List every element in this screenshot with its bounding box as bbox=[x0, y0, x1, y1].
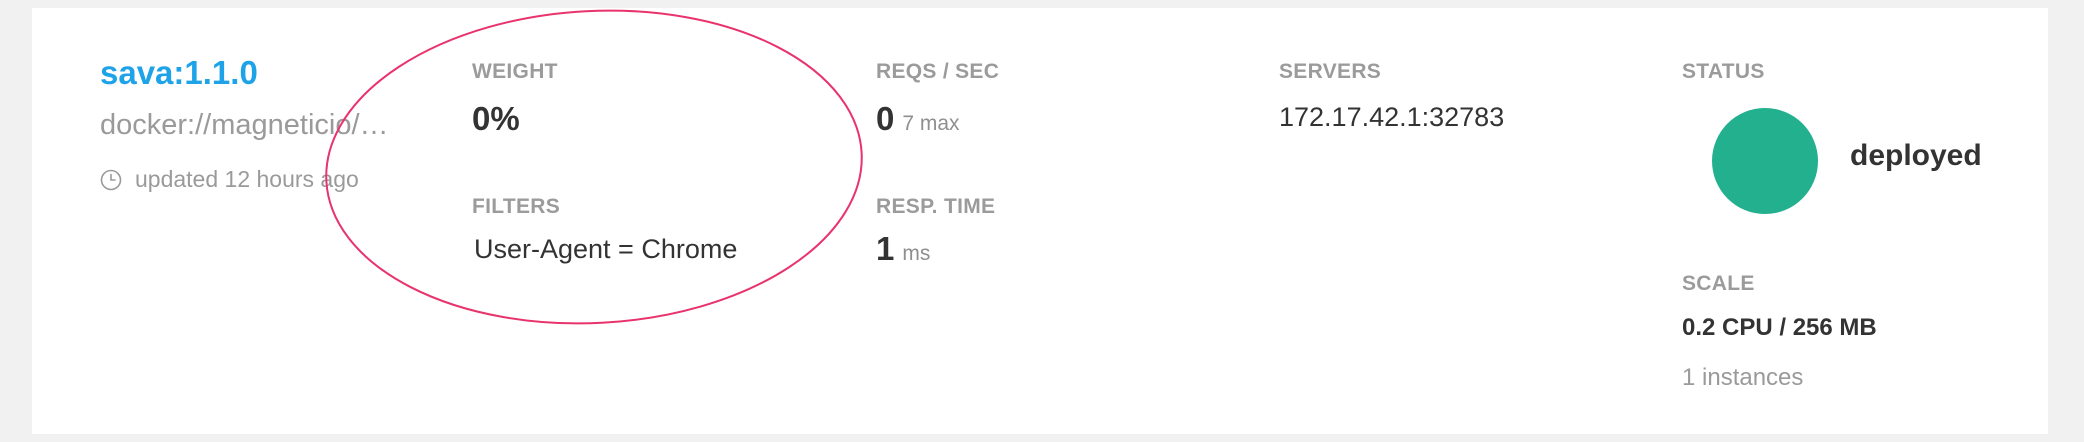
server-address: 172.17.42.1:32783 bbox=[1279, 102, 1505, 132]
updated-timestamp: updated 12 hours ago bbox=[100, 166, 359, 193]
service-image: docker://magneticio/… bbox=[100, 109, 389, 141]
instances-count: 1 instances bbox=[1682, 364, 1804, 391]
weight-value: 0% bbox=[472, 100, 520, 137]
scale-value: 0.2 CPU / 256 MB bbox=[1682, 314, 1877, 341]
scale-label: SCALE bbox=[1682, 272, 1755, 295]
updated-text: updated 12 hours ago bbox=[135, 166, 359, 192]
reqs-value: 0 bbox=[876, 100, 895, 137]
resp-time-unit: ms bbox=[902, 242, 931, 265]
filters-value: User-Agent = Chrome bbox=[474, 234, 738, 264]
resp-time-metric: 1 ms bbox=[876, 230, 930, 268]
filters-label: FILTERS bbox=[472, 195, 561, 218]
servers-label: SERVERS bbox=[1279, 60, 1382, 83]
status-label: STATUS bbox=[1682, 60, 1765, 83]
resp-time-value: 1 bbox=[876, 230, 895, 267]
clock-icon bbox=[100, 169, 122, 190]
resp-time-label: RESP. TIME bbox=[876, 195, 996, 218]
weight-label: WEIGHT bbox=[472, 60, 558, 83]
service-name-link[interactable]: sava:1.1.0 bbox=[100, 54, 258, 92]
service-card: sava:1.1.0 docker://magneticio/… updated… bbox=[32, 8, 2048, 434]
reqs-label: REQS / SEC bbox=[876, 60, 1000, 83]
status-indicator bbox=[1712, 108, 1818, 214]
reqs-metric: 0 7 max bbox=[876, 100, 960, 138]
status-value: deployed bbox=[1850, 139, 1982, 172]
reqs-max: 7 max bbox=[902, 112, 960, 135]
